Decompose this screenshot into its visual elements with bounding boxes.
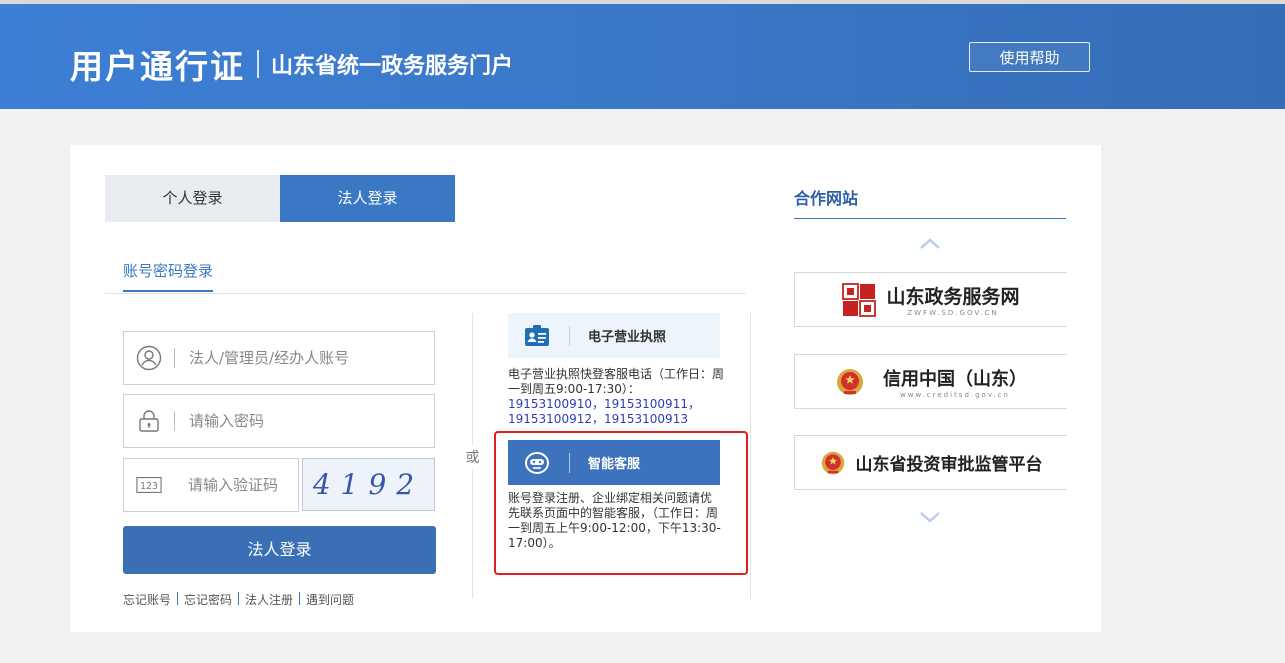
help-links: 忘记账号 忘记密码 法人注册 遇到问题 xyxy=(123,591,354,608)
partner-url: ZWFW.SD.GOV.CN xyxy=(907,309,999,317)
emblem-icon xyxy=(835,367,865,397)
password-field[interactable] xyxy=(123,394,435,448)
chevron-down-icon[interactable] xyxy=(918,510,942,524)
partner-link-credit-sd[interactable]: 信用中国（山东） www.creditsd.gov.cn xyxy=(794,354,1067,409)
forgot-password-link[interactable]: 忘记密码 xyxy=(184,591,232,608)
chevron-up-icon[interactable] xyxy=(918,237,942,251)
legal-register-link[interactable]: 法人注册 xyxy=(245,591,293,608)
e-license-login-button[interactable]: 电子营业执照 xyxy=(508,313,720,358)
head-divider xyxy=(569,325,570,346)
captcha-image[interactable]: 4192 xyxy=(302,458,435,511)
help-button[interactable]: 使用帮助 xyxy=(969,42,1090,72)
lock-icon xyxy=(136,408,162,434)
partner-link-sd-gov[interactable]: 山东政务服务网 ZWFW.SD.GOV.CN xyxy=(794,272,1067,327)
login-card: 个人登录 法人登录 账号密码登录 123 4192 法人登录 忘记账号 忘记密码… xyxy=(70,145,1101,632)
partner-name: 山东省投资审批监管平台 xyxy=(855,455,1043,475)
license-phones: 19153100910，19153100911，19153100912，1915… xyxy=(508,397,700,426)
user-icon xyxy=(136,345,162,371)
account-input[interactable] xyxy=(187,348,391,368)
problem-link[interactable]: 遇到问题 xyxy=(306,591,354,608)
highlight-box xyxy=(494,431,748,575)
account-field[interactable] xyxy=(123,331,435,385)
license-title: 电子营业执照 xyxy=(588,330,667,345)
tab-legal-login[interactable]: 法人登录 xyxy=(280,175,455,222)
captcha-input[interactable] xyxy=(186,475,300,495)
top-header: 用户通行证 山东省统一政务服务门户 使用帮助 xyxy=(0,0,1285,109)
brand: 用户通行证 山东省统一政务服务门户 xyxy=(70,40,513,88)
field-divider xyxy=(174,411,175,431)
captcha-123-icon: 123 xyxy=(136,472,162,498)
field-divider xyxy=(174,348,175,368)
partner-url: www.creditsd.gov.cn xyxy=(900,390,1010,399)
brand-title: 用户通行证 xyxy=(70,47,245,86)
license-info: 电子营业执照快登客服电话（工作日：周一到周五9:00-17:30）： 19153… xyxy=(508,367,730,427)
forgot-account-link[interactable]: 忘记账号 xyxy=(123,591,171,608)
tab-personal-login[interactable]: 个人登录 xyxy=(105,175,280,222)
link-separator xyxy=(177,592,179,605)
link-separator xyxy=(299,592,301,605)
partner-link-investment-platform[interactable]: 山东省投资审批监管平台 xyxy=(794,435,1067,490)
brand-subtitle: 山东省统一政务服务门户 xyxy=(271,54,514,79)
link-separator xyxy=(238,592,240,605)
password-input[interactable] xyxy=(187,411,391,431)
license-card-icon xyxy=(522,321,552,351)
partners-title: 合作网站 xyxy=(794,189,859,208)
emblem-icon xyxy=(820,450,846,476)
license-text: 电子营业执照快登客服电话（工作日：周一到周五9:00-17:30）： xyxy=(508,367,725,396)
partner-name: 山东政务服务网 xyxy=(886,286,1020,308)
legal-login-button[interactable]: 法人登录 xyxy=(123,526,436,574)
brand-separator xyxy=(257,50,259,78)
login-tabs: 个人登录 法人登录 xyxy=(105,175,455,222)
login-method-nav: 账号密码登录 xyxy=(105,222,746,294)
sd-gov-logo-icon xyxy=(842,282,877,317)
right-divider xyxy=(750,313,751,598)
subnav-password-login[interactable]: 账号密码登录 xyxy=(123,260,214,292)
or-label: 或 xyxy=(464,445,481,469)
partners-underline xyxy=(794,218,1066,219)
captcha-field[interactable]: 123 xyxy=(123,458,300,512)
svg-text:123: 123 xyxy=(140,481,158,492)
partner-name: 信用中国（山东） xyxy=(883,368,1027,390)
